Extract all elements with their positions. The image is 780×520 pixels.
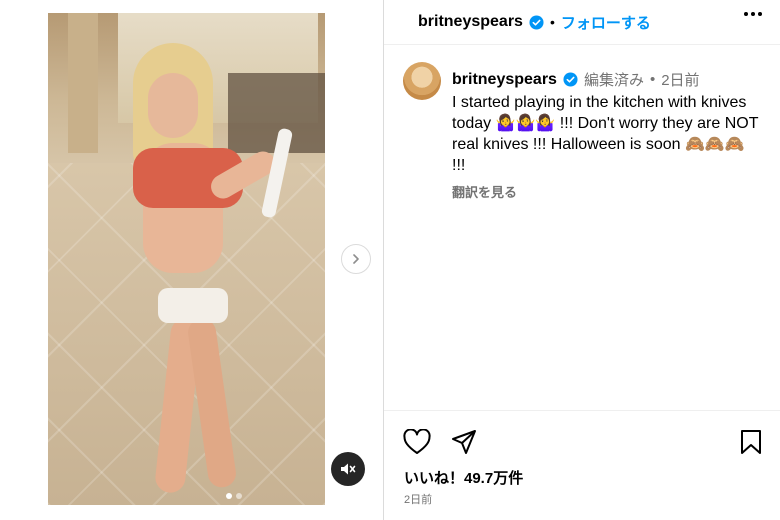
verified-badge-icon bbox=[563, 72, 578, 87]
mute-button[interactable] bbox=[331, 452, 365, 486]
caption-separator: • bbox=[649, 71, 656, 88]
speaker-muted-icon bbox=[340, 462, 356, 476]
carousel-dot-active bbox=[226, 493, 232, 499]
post-side-panel: britneyspears • フォローする britneyspears 編集済… bbox=[384, 0, 780, 520]
post-modal: britneyspears • フォローする britneyspears 編集済… bbox=[0, 0, 780, 520]
follow-button[interactable]: フォローする bbox=[561, 12, 651, 33]
likes-count[interactable]: いいね！49.7万件 bbox=[404, 467, 523, 488]
avatar[interactable] bbox=[403, 62, 441, 100]
paper-plane-icon[interactable] bbox=[451, 429, 477, 455]
carousel-indicator bbox=[226, 493, 242, 499]
post-header: britneyspears • フォローする bbox=[384, 0, 780, 45]
header-separator: • bbox=[549, 14, 555, 30]
post-photo[interactable] bbox=[48, 13, 325, 505]
caption-time[interactable]: 2日前 bbox=[661, 69, 699, 90]
caption-block: britneyspears 編集済み • 2日前 I started playi… bbox=[384, 45, 780, 201]
carousel-dot bbox=[236, 493, 242, 499]
see-translation-link[interactable]: 翻訳を見る bbox=[452, 182, 762, 201]
posted-time: 2日前 bbox=[404, 494, 433, 506]
actions-section: いいね！49.7万件 2日前 bbox=[384, 410, 780, 520]
media-panel bbox=[0, 0, 384, 520]
caption-header: britneyspears 編集済み • 2日前 bbox=[452, 69, 762, 90]
more-options-icon[interactable] bbox=[744, 12, 762, 16]
action-buttons bbox=[403, 429, 477, 455]
verified-badge-icon bbox=[529, 14, 544, 30]
bookmark-icon[interactable] bbox=[740, 429, 762, 455]
chevron-right-icon bbox=[350, 253, 362, 265]
heart-icon[interactable] bbox=[403, 429, 431, 455]
next-media-button[interactable] bbox=[341, 244, 371, 274]
caption-username[interactable]: britneyspears bbox=[452, 71, 557, 89]
edited-label: 編集済み bbox=[583, 72, 644, 89]
caption-text: I started playing in the kitchen with kn… bbox=[452, 94, 759, 174]
header-username[interactable]: britneyspears bbox=[418, 13, 523, 31]
